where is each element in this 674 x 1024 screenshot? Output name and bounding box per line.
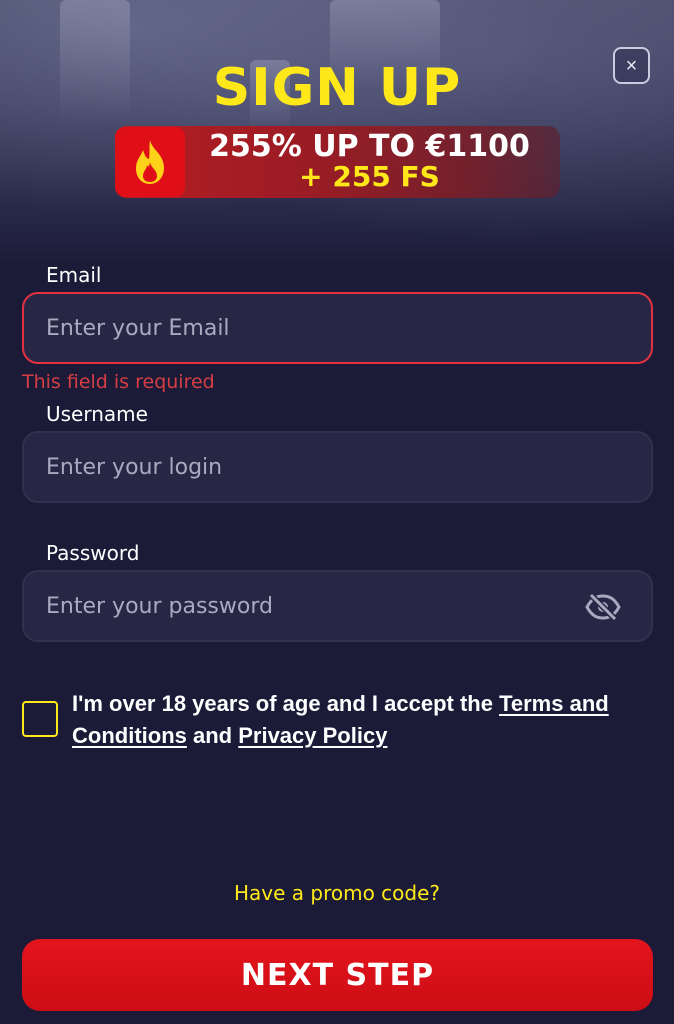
bonus-banner: 255% UP TO €1100 + 255 FS bbox=[115, 126, 560, 198]
email-label: Email bbox=[46, 263, 102, 287]
username-field-wrapper bbox=[22, 431, 653, 503]
consent-text-middle: and bbox=[186, 723, 239, 748]
bonus-free-spins: + 255 FS bbox=[299, 160, 440, 193]
age-consent-checkbox[interactable] bbox=[22, 701, 58, 737]
consent-text-prefix: I'm over 18 years of age and I accept th… bbox=[72, 691, 500, 716]
password-label: Password bbox=[46, 541, 140, 565]
next-step-button[interactable]: NEXT STEP bbox=[22, 939, 653, 1011]
password-input[interactable] bbox=[24, 572, 651, 640]
privacy-policy-link[interactable]: Privacy Policy bbox=[238, 723, 387, 748]
bonus-amount: 255% UP TO €1100 bbox=[209, 129, 530, 164]
username-input[interactable] bbox=[24, 433, 651, 501]
password-field-wrapper bbox=[22, 570, 653, 642]
email-error-message: This field is required bbox=[22, 371, 215, 393]
modal-title: SIGN UP bbox=[212, 58, 462, 118]
consent-text: I'm over 18 years of age and I accept th… bbox=[72, 688, 642, 752]
email-input[interactable] bbox=[24, 294, 651, 362]
email-field-wrapper bbox=[22, 292, 653, 364]
username-label: Username bbox=[46, 402, 148, 426]
promo-code-link[interactable]: Have a promo code? bbox=[0, 881, 674, 905]
fire-icon bbox=[115, 127, 185, 197]
eye-slash-icon[interactable] bbox=[585, 592, 621, 622]
